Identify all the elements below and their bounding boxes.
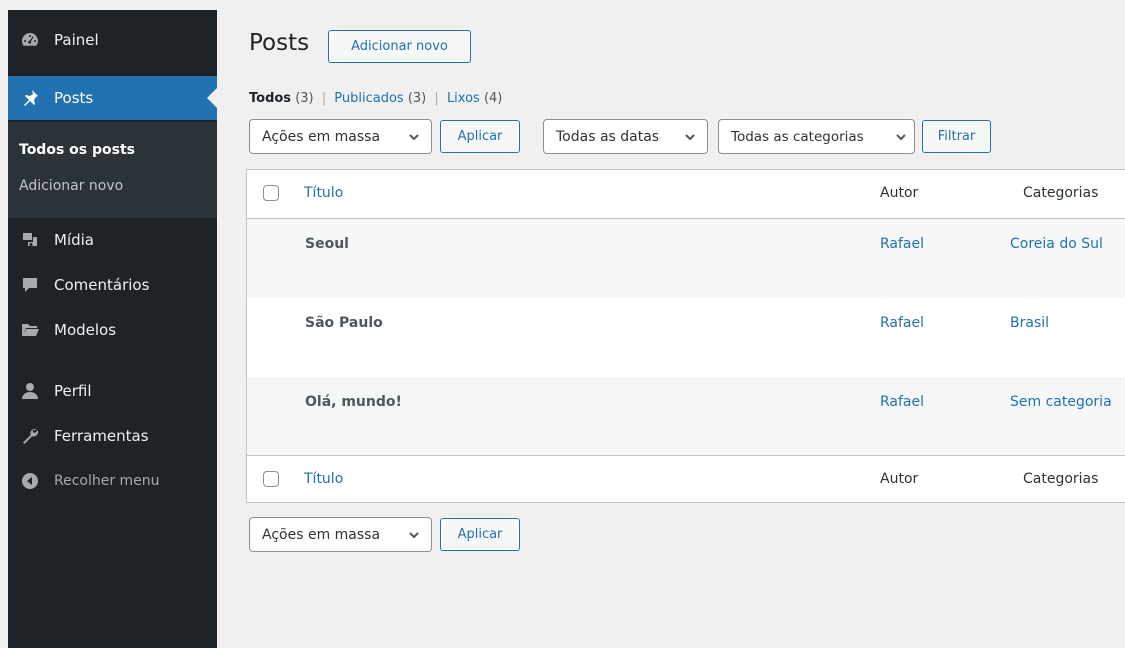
sidebar-item-label: Perfil [54,382,92,400]
posts-submenu: Todos os posts Adicionar novo [8,122,217,218]
select-all-checkbox[interactable] [263,185,279,201]
comment-icon [18,273,42,297]
post-title-link[interactable]: São Paulo [305,315,383,331]
collapse-menu-button[interactable]: Recolher menu [8,459,217,503]
sidebar-item-posts[interactable]: Posts [8,76,217,120]
bulk-actions-value: Ações em massa [262,128,381,145]
apply-button-top[interactable]: Aplicar [440,120,520,153]
sidebar-item-label: Painel [54,31,99,49]
status-count-trash: (4) [483,91,503,106]
collapse-icon [18,469,42,493]
post-author-link[interactable]: Rafael [880,394,924,410]
bulk-actions-value: Ações em massa [262,526,381,543]
post-category-link[interactable]: Brasil [1010,315,1049,331]
chevron-down-icon [894,130,908,144]
table-row: Seoul Rafael Coreia do Sul [247,219,1125,298]
sidebar-item-painel[interactable]: Painel [8,18,217,62]
table-row: Olá, mundo! Rafael Sem categoria [247,377,1125,456]
page-title: Posts [249,30,310,56]
post-category-link[interactable]: Sem categoria [1010,394,1112,410]
status-link-published[interactable]: Publicados [334,91,403,106]
apply-button-bottom[interactable]: Aplicar [440,518,520,551]
category-filter-value: Todas as categorias [731,128,864,145]
collapse-menu-label: Recolher menu [54,473,160,489]
table-row: São Paulo Rafael Brasil [247,298,1125,377]
date-filter-value: Todas as datas [556,128,660,145]
sidebar-item-modelos[interactable]: Modelos [8,308,217,352]
bulk-actions-select-bottom[interactable]: Ações em massa [249,517,432,552]
sidebar-item-comentarios[interactable]: Comentários [8,263,217,307]
current-menu-arrow [207,88,217,108]
status-link-all[interactable]: Todos [249,91,291,106]
table-header: Título Autor Categorias [247,170,1125,219]
sidebar-item-label: Posts [54,89,94,107]
user-icon [18,379,42,403]
status-count-published: (3) [407,91,427,106]
post-title-link[interactable]: Seoul [305,236,349,252]
post-status-filter: Todos (3) | Publicados (3) | Lixos (4) [249,91,502,106]
separator: | [434,91,439,106]
separator: | [321,91,327,106]
post-author-link[interactable]: Rafael [880,315,924,331]
column-footer-author: Autor [880,471,919,487]
status-link-trash[interactable]: Lixos [447,91,480,106]
submenu-item-add-new[interactable]: Adicionar novo [19,178,123,194]
column-footer-categories: Categorias [1023,471,1099,487]
chevron-down-icon [407,130,421,144]
filter-button[interactable]: Filtrar [922,120,991,153]
sidebar-item-label: Comentários [54,276,150,294]
post-category-link[interactable]: Coreia do Sul [1010,236,1103,252]
column-header-author: Autor [880,185,919,201]
chevron-down-icon [683,130,697,144]
folder-icon [18,318,42,342]
sidebar-item-midia[interactable]: Mídia [8,218,217,262]
media-icon [18,228,42,252]
post-title-link[interactable]: Olá, mundo! [305,394,402,410]
admin-sidebar: Painel Posts Todos os posts Adicionar no… [8,10,217,648]
category-filter-select[interactable]: Todas as categorias [718,119,915,154]
date-filter-select[interactable]: Todas as datas [543,119,708,154]
bulk-actions-select-top[interactable]: Ações em massa [249,119,432,154]
posts-table: Título Autor Categorias Seoul Rafael Cor… [246,169,1125,503]
post-author-link[interactable]: Rafael [880,236,924,252]
top-strip [0,0,1125,10]
column-footer-title[interactable]: Título [304,471,343,487]
status-count-all: (3) [295,91,314,106]
column-header-title[interactable]: Título [304,185,343,201]
submenu-item-all-posts[interactable]: Todos os posts [19,142,135,158]
sidebar-item-ferramentas[interactable]: Ferramentas [8,414,217,458]
sidebar-item-perfil[interactable]: Perfil [8,369,217,413]
dashboard-icon [18,28,42,52]
sidebar-item-label: Modelos [54,321,117,339]
column-header-categories: Categorias [1023,185,1099,201]
pin-icon [18,86,42,110]
sidebar-item-label: Ferramentas [54,427,149,445]
select-all-checkbox-footer[interactable] [263,471,279,487]
sidebar-item-label: Mídia [54,231,94,249]
wrench-icon [18,424,42,448]
chevron-down-icon [407,528,421,542]
add-new-post-button[interactable]: Adicionar novo [328,30,471,63]
table-footer: Título Autor Categorias [247,455,1125,502]
